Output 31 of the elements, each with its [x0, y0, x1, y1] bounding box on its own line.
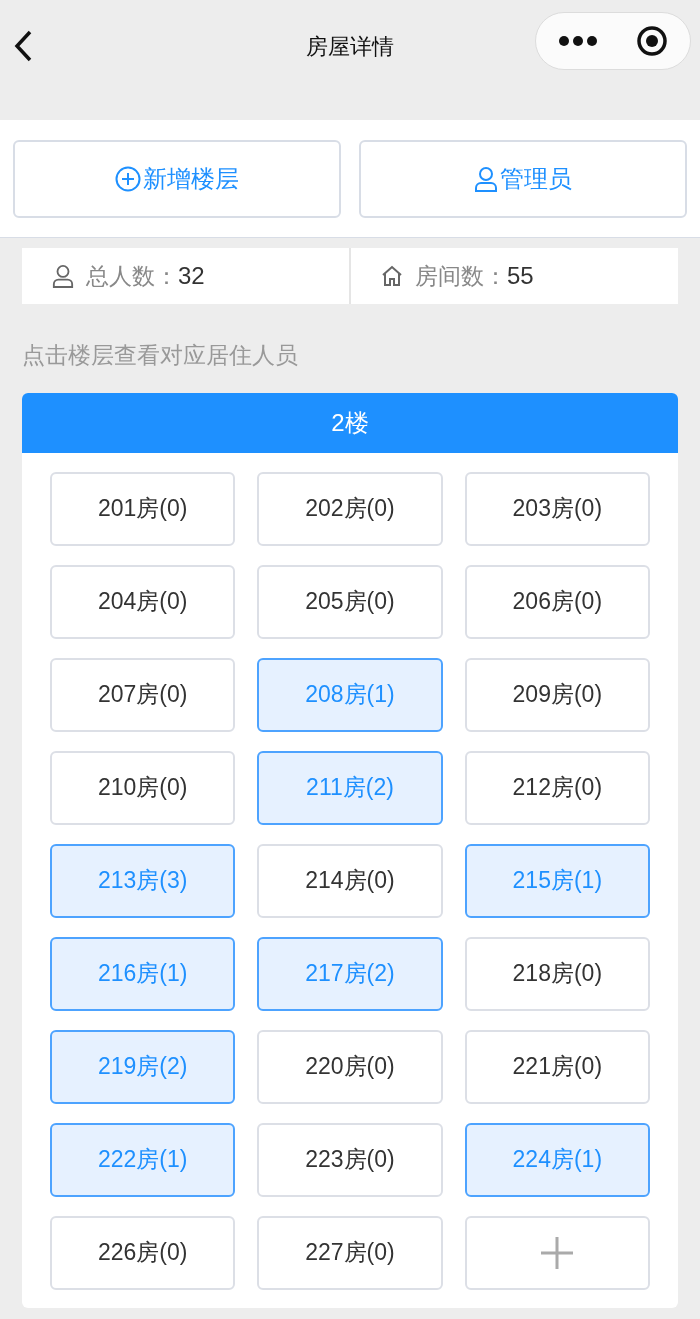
room-button[interactable]: 207房(0)	[50, 657, 236, 732]
plus-icon	[540, 1235, 575, 1270]
back-icon[interactable]	[12, 29, 34, 63]
room-button[interactable]: 223房(0)	[257, 1122, 443, 1197]
room-button[interactable]: 226房(0)	[50, 1215, 236, 1290]
hint-text: 点击楼层查看对应居住人员	[22, 341, 299, 370]
room-button[interactable]: 212房(0)	[464, 750, 650, 825]
room-button[interactable]: 205房(0)	[257, 564, 443, 639]
room-button[interactable]: 221房(0)	[464, 1029, 650, 1104]
room-button[interactable]: 203房(0)	[464, 471, 650, 546]
page-title: 房屋详情	[305, 33, 395, 61]
room-button[interactable]: 206房(0)	[464, 564, 650, 639]
home-icon	[381, 265, 403, 287]
room-button[interactable]: 227房(0)	[257, 1215, 443, 1290]
stat-label: 总人数：	[86, 261, 178, 291]
user-icon	[474, 165, 498, 192]
room-button[interactable]: 218房(0)	[464, 936, 650, 1011]
stat-value: 55	[507, 261, 534, 291]
room-button[interactable]: 214房(0)	[257, 843, 443, 918]
room-button[interactable]: 204房(0)	[50, 564, 236, 639]
room-button[interactable]: 202房(0)	[257, 471, 443, 546]
stat-value: 32	[178, 261, 205, 291]
user-icon	[52, 264, 74, 288]
room-button[interactable]: 220房(0)	[257, 1029, 443, 1104]
stat-label: 房间数：	[415, 261, 507, 291]
target-icon[interactable]	[636, 25, 668, 57]
room-button[interactable]: 201房(0)	[50, 471, 236, 546]
more-icon[interactable]	[558, 35, 598, 47]
room-button[interactable]: 209房(0)	[464, 657, 650, 732]
room-button[interactable]: 210房(0)	[50, 750, 236, 825]
plus-circle-icon	[115, 165, 141, 192]
